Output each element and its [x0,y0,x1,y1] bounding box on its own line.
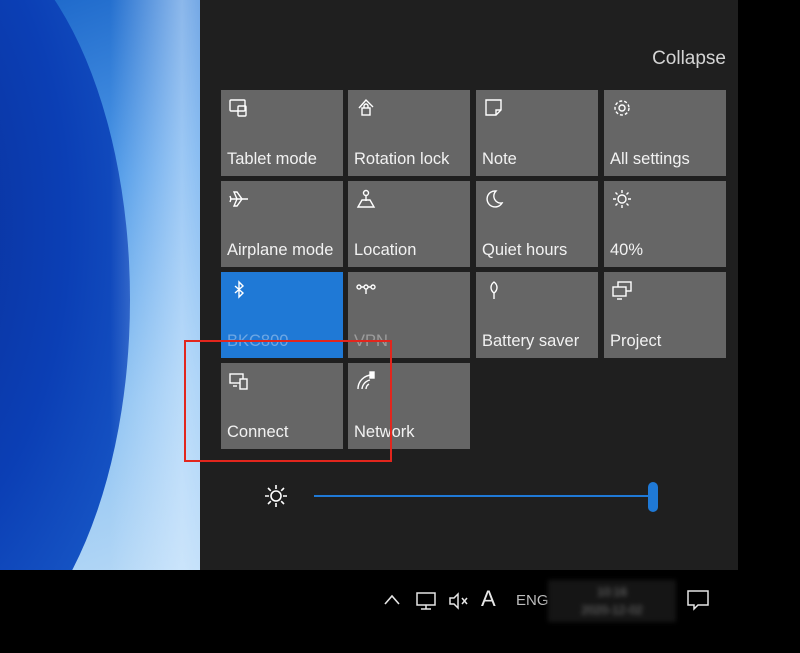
action-center-panel: Collapse Tablet mode Rotation lock Note [200,0,738,570]
chevron-up-icon[interactable] [382,592,402,608]
slider-thumb[interactable] [648,482,658,512]
tile-airplane-mode[interactable]: Airplane mode [221,181,343,267]
tile-network[interactable]: Network [348,363,470,449]
project-icon [611,279,633,301]
input-mode-indicator[interactable]: A [481,586,496,612]
tile-label: VPN [354,332,388,350]
slider-track[interactable] [314,495,654,497]
gear-icon [611,97,633,119]
wallpaper-glow [110,0,200,570]
desktop-wallpaper [0,0,200,570]
tile-label: Network [354,423,415,441]
tile-connect[interactable]: Connect [221,363,343,449]
collapse-link[interactable]: Collapse [652,48,726,70]
screen-edge [738,0,800,653]
tile-label: All settings [610,150,690,168]
tile-note[interactable]: Note [476,90,598,176]
tile-battery-saver[interactable]: Battery saver [476,272,598,358]
tile-label: Project [610,332,662,350]
tile-tablet-mode[interactable]: Tablet mode [221,90,343,176]
location-icon [355,188,377,210]
brightness-slider[interactable] [262,478,662,514]
quick-actions-grid: Tablet mode Rotation lock Note All setti… [221,90,726,450]
tile-label: BKC800 [227,332,289,350]
tile-label: Tablet mode [227,150,317,168]
bottom-bezel [0,628,800,653]
tile-label: Battery saver [482,332,580,350]
tile-label: Airplane mode [227,241,334,259]
note-icon [483,97,505,119]
brightness-icon [611,188,633,210]
moon-icon [483,188,505,210]
taskbar: A ENG 10:16 2020-12-02 [0,572,738,628]
tile-quiet-hours[interactable]: Quiet hours [476,181,598,267]
tile-label: Connect [227,423,289,441]
vpn-icon [355,279,377,301]
tile-label: 40% [610,241,644,259]
tile-label: Location [354,241,417,259]
tablet-mode-icon [228,97,250,119]
battery-saver-icon [483,279,505,301]
network-status-icon[interactable] [414,590,438,612]
volume-muted-icon[interactable] [447,590,471,612]
tile-brightness[interactable]: 40% [604,181,726,267]
language-indicator[interactable]: ENG [516,592,549,609]
tile-project[interactable]: Project [604,272,726,358]
tile-bluetooth[interactable]: BKC800 [221,272,343,358]
rotation-lock-icon [355,97,377,119]
clock-date: 2020-12-02 [581,603,643,617]
clock-time: 10:16 [596,585,628,599]
airplane-icon [228,188,250,210]
tile-all-settings[interactable]: All settings [604,90,726,176]
tile-label: Quiet hours [482,241,568,259]
network-icon [355,370,377,392]
sun-icon [262,482,290,510]
tile-vpn[interactable]: VPN [348,272,470,358]
connect-icon [228,370,250,392]
tile-label: Note [482,150,517,168]
tile-label: Rotation lock [354,150,450,168]
tile-rotation-lock[interactable]: Rotation lock [348,90,470,176]
bluetooth-icon [228,279,250,301]
clock[interactable]: 10:16 2020-12-02 [548,580,676,622]
tile-location[interactable]: Location [348,181,470,267]
notification-icon[interactable] [685,588,711,612]
